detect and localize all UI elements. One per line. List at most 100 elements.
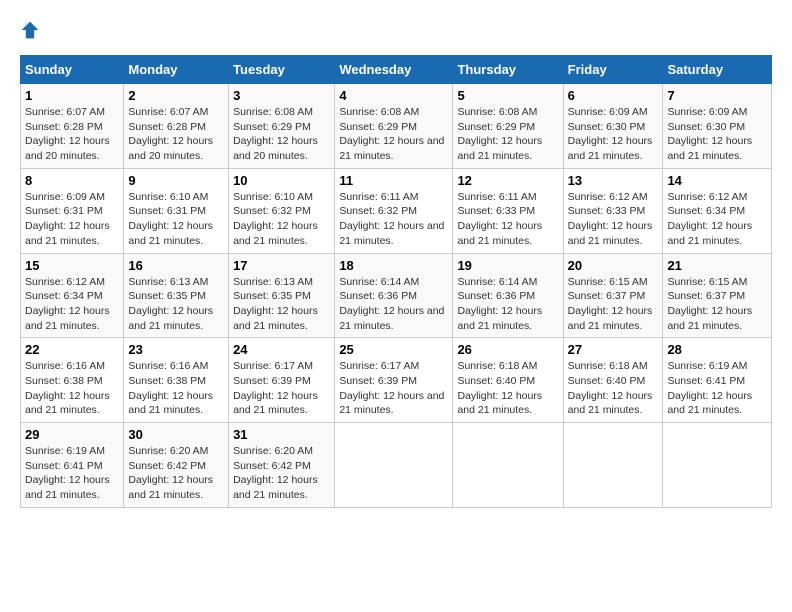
day-number: 22 (25, 342, 119, 357)
day-info: Sunrise: 6:20 AMSunset: 6:42 PMDaylight:… (233, 445, 318, 501)
day-cell: 4 Sunrise: 6:08 AMSunset: 6:29 PMDaylight… (335, 84, 453, 169)
day-cell: 5 Sunrise: 6:08 AMSunset: 6:29 PMDaylight… (453, 84, 563, 169)
day-cell (563, 423, 663, 508)
day-number: 12 (457, 173, 558, 188)
day-number: 20 (568, 258, 659, 273)
day-cell: 3 Sunrise: 6:08 AMSunset: 6:29 PMDaylight… (229, 84, 335, 169)
day-number: 6 (568, 88, 659, 103)
day-info: Sunrise: 6:09 AMSunset: 6:30 PMDaylight:… (667, 106, 752, 162)
day-info: Sunrise: 6:15 AMSunset: 6:37 PMDaylight:… (568, 276, 653, 332)
col-header-wednesday: Wednesday (335, 56, 453, 84)
day-number: 8 (25, 173, 119, 188)
day-cell: 6 Sunrise: 6:09 AMSunset: 6:30 PMDaylight… (563, 84, 663, 169)
day-info: Sunrise: 6:14 AMSunset: 6:36 PMDaylight:… (457, 276, 542, 332)
day-info: Sunrise: 6:18 AMSunset: 6:40 PMDaylight:… (568, 360, 653, 416)
day-cell: 1 Sunrise: 6:07 AMSunset: 6:28 PMDaylight… (21, 84, 124, 169)
day-number: 14 (667, 173, 767, 188)
day-number: 5 (457, 88, 558, 103)
day-number: 24 (233, 342, 330, 357)
day-cell: 27 Sunrise: 6:18 AMSunset: 6:40 PMDayligh… (563, 338, 663, 423)
day-cell: 18 Sunrise: 6:14 AMSunset: 6:36 PMDayligh… (335, 253, 453, 338)
col-header-sunday: Sunday (21, 56, 124, 84)
day-info: Sunrise: 6:18 AMSunset: 6:40 PMDaylight:… (457, 360, 542, 416)
day-info: Sunrise: 6:13 AMSunset: 6:35 PMDaylight:… (233, 276, 318, 332)
day-cell: 11 Sunrise: 6:11 AMSunset: 6:32 PMDayligh… (335, 168, 453, 253)
week-row-3: 15Sunrise: 6:12 AMSunset: 6:34 PMDayligh… (21, 253, 772, 338)
day-cell: 14Sunrise: 6:12 AMSunset: 6:34 PMDayligh… (663, 168, 772, 253)
day-info: Sunrise: 6:12 AMSunset: 6:33 PMDaylight:… (568, 191, 653, 247)
day-cell: 22 Sunrise: 6:16 AMSunset: 6:38 PMDayligh… (21, 338, 124, 423)
day-info: Sunrise: 6:17 AMSunset: 6:39 PMDaylight:… (339, 360, 444, 416)
day-number: 13 (568, 173, 659, 188)
logo-icon (20, 20, 40, 40)
day-number: 18 (339, 258, 448, 273)
day-info: Sunrise: 6:16 AMSunset: 6:38 PMDaylight:… (128, 360, 213, 416)
day-info: Sunrise: 6:13 AMSunset: 6:35 PMDaylight:… (128, 276, 213, 332)
day-info: Sunrise: 6:09 AMSunset: 6:30 PMDaylight:… (568, 106, 653, 162)
header (20, 20, 772, 45)
day-number: 16 (128, 258, 224, 273)
col-header-friday: Friday (563, 56, 663, 84)
day-number: 21 (667, 258, 767, 273)
day-cell: 24 Sunrise: 6:17 AMSunset: 6:39 PMDayligh… (229, 338, 335, 423)
day-number: 3 (233, 88, 330, 103)
col-header-tuesday: Tuesday (229, 56, 335, 84)
day-cell (663, 423, 772, 508)
day-info: Sunrise: 6:11 AMSunset: 6:33 PMDaylight:… (457, 191, 542, 247)
week-row-1: 1 Sunrise: 6:07 AMSunset: 6:28 PMDaylight… (21, 84, 772, 169)
week-row-2: 8 Sunrise: 6:09 AMSunset: 6:31 PMDaylight… (21, 168, 772, 253)
day-info: Sunrise: 6:08 AMSunset: 6:29 PMDaylight:… (233, 106, 318, 162)
day-info: Sunrise: 6:11 AMSunset: 6:32 PMDaylight:… (339, 191, 444, 247)
day-cell: 30 Sunrise: 6:20 AMSunset: 6:42 PMDayligh… (124, 423, 229, 508)
day-cell: 13 Sunrise: 6:12 AMSunset: 6:33 PMDayligh… (563, 168, 663, 253)
day-cell: 8 Sunrise: 6:09 AMSunset: 6:31 PMDaylight… (21, 168, 124, 253)
day-info: Sunrise: 6:08 AMSunset: 6:29 PMDaylight:… (339, 106, 444, 162)
calendar-table: SundayMondayTuesdayWednesdayThursdayFrid… (20, 55, 772, 508)
day-number: 11 (339, 173, 448, 188)
day-number: 23 (128, 342, 224, 357)
day-cell: 19 Sunrise: 6:14 AMSunset: 6:36 PMDayligh… (453, 253, 563, 338)
day-info: Sunrise: 6:14 AMSunset: 6:36 PMDaylight:… (339, 276, 444, 332)
day-cell: 12 Sunrise: 6:11 AMSunset: 6:33 PMDayligh… (453, 168, 563, 253)
day-number: 25 (339, 342, 448, 357)
day-number: 27 (568, 342, 659, 357)
day-info: Sunrise: 6:08 AMSunset: 6:29 PMDaylight:… (457, 106, 542, 162)
day-number: 19 (457, 258, 558, 273)
day-number: 1 (25, 88, 119, 103)
day-info: Sunrise: 6:12 AMSunset: 6:34 PMDaylight:… (25, 276, 110, 332)
day-number: 10 (233, 173, 330, 188)
day-cell: 26 Sunrise: 6:18 AMSunset: 6:40 PMDayligh… (453, 338, 563, 423)
day-cell: 28Sunrise: 6:19 AMSunset: 6:41 PMDayligh… (663, 338, 772, 423)
col-header-thursday: Thursday (453, 56, 563, 84)
day-cell: 29 Sunrise: 6:19 AMSunset: 6:41 PMDayligh… (21, 423, 124, 508)
day-number: 4 (339, 88, 448, 103)
day-cell: 31 Sunrise: 6:20 AMSunset: 6:42 PMDayligh… (229, 423, 335, 508)
day-cell: 16 Sunrise: 6:13 AMSunset: 6:35 PMDayligh… (124, 253, 229, 338)
day-cell: 23 Sunrise: 6:16 AMSunset: 6:38 PMDayligh… (124, 338, 229, 423)
day-info: Sunrise: 6:19 AMSunset: 6:41 PMDaylight:… (667, 360, 752, 416)
week-row-4: 22 Sunrise: 6:16 AMSunset: 6:38 PMDayligh… (21, 338, 772, 423)
day-info: Sunrise: 6:10 AMSunset: 6:31 PMDaylight:… (128, 191, 213, 247)
day-info: Sunrise: 6:17 AMSunset: 6:39 PMDaylight:… (233, 360, 318, 416)
day-number: 31 (233, 427, 330, 442)
day-info: Sunrise: 6:09 AMSunset: 6:31 PMDaylight:… (25, 191, 110, 247)
day-number: 17 (233, 258, 330, 273)
day-cell: 25 Sunrise: 6:17 AMSunset: 6:39 PMDayligh… (335, 338, 453, 423)
day-number: 29 (25, 427, 119, 442)
day-cell: 10 Sunrise: 6:10 AMSunset: 6:32 PMDayligh… (229, 168, 335, 253)
week-row-5: 29 Sunrise: 6:19 AMSunset: 6:41 PMDayligh… (21, 423, 772, 508)
day-cell: 15Sunrise: 6:12 AMSunset: 6:34 PMDayligh… (21, 253, 124, 338)
day-info: Sunrise: 6:10 AMSunset: 6:32 PMDaylight:… (233, 191, 318, 247)
day-info: Sunrise: 6:07 AMSunset: 6:28 PMDaylight:… (128, 106, 213, 162)
day-cell: 2Sunrise: 6:07 AMSunset: 6:28 PMDaylight… (124, 84, 229, 169)
day-info: Sunrise: 6:20 AMSunset: 6:42 PMDaylight:… (128, 445, 213, 501)
day-number: 30 (128, 427, 224, 442)
day-number: 9 (128, 173, 224, 188)
logo (20, 20, 44, 45)
day-cell: 17 Sunrise: 6:13 AMSunset: 6:35 PMDayligh… (229, 253, 335, 338)
day-info: Sunrise: 6:07 AMSunset: 6:28 PMDaylight:… (25, 106, 110, 162)
day-number: 26 (457, 342, 558, 357)
day-info: Sunrise: 6:19 AMSunset: 6:41 PMDaylight:… (25, 445, 110, 501)
day-info: Sunrise: 6:16 AMSunset: 6:38 PMDaylight:… (25, 360, 110, 416)
day-cell: 21Sunrise: 6:15 AMSunset: 6:37 PMDayligh… (663, 253, 772, 338)
